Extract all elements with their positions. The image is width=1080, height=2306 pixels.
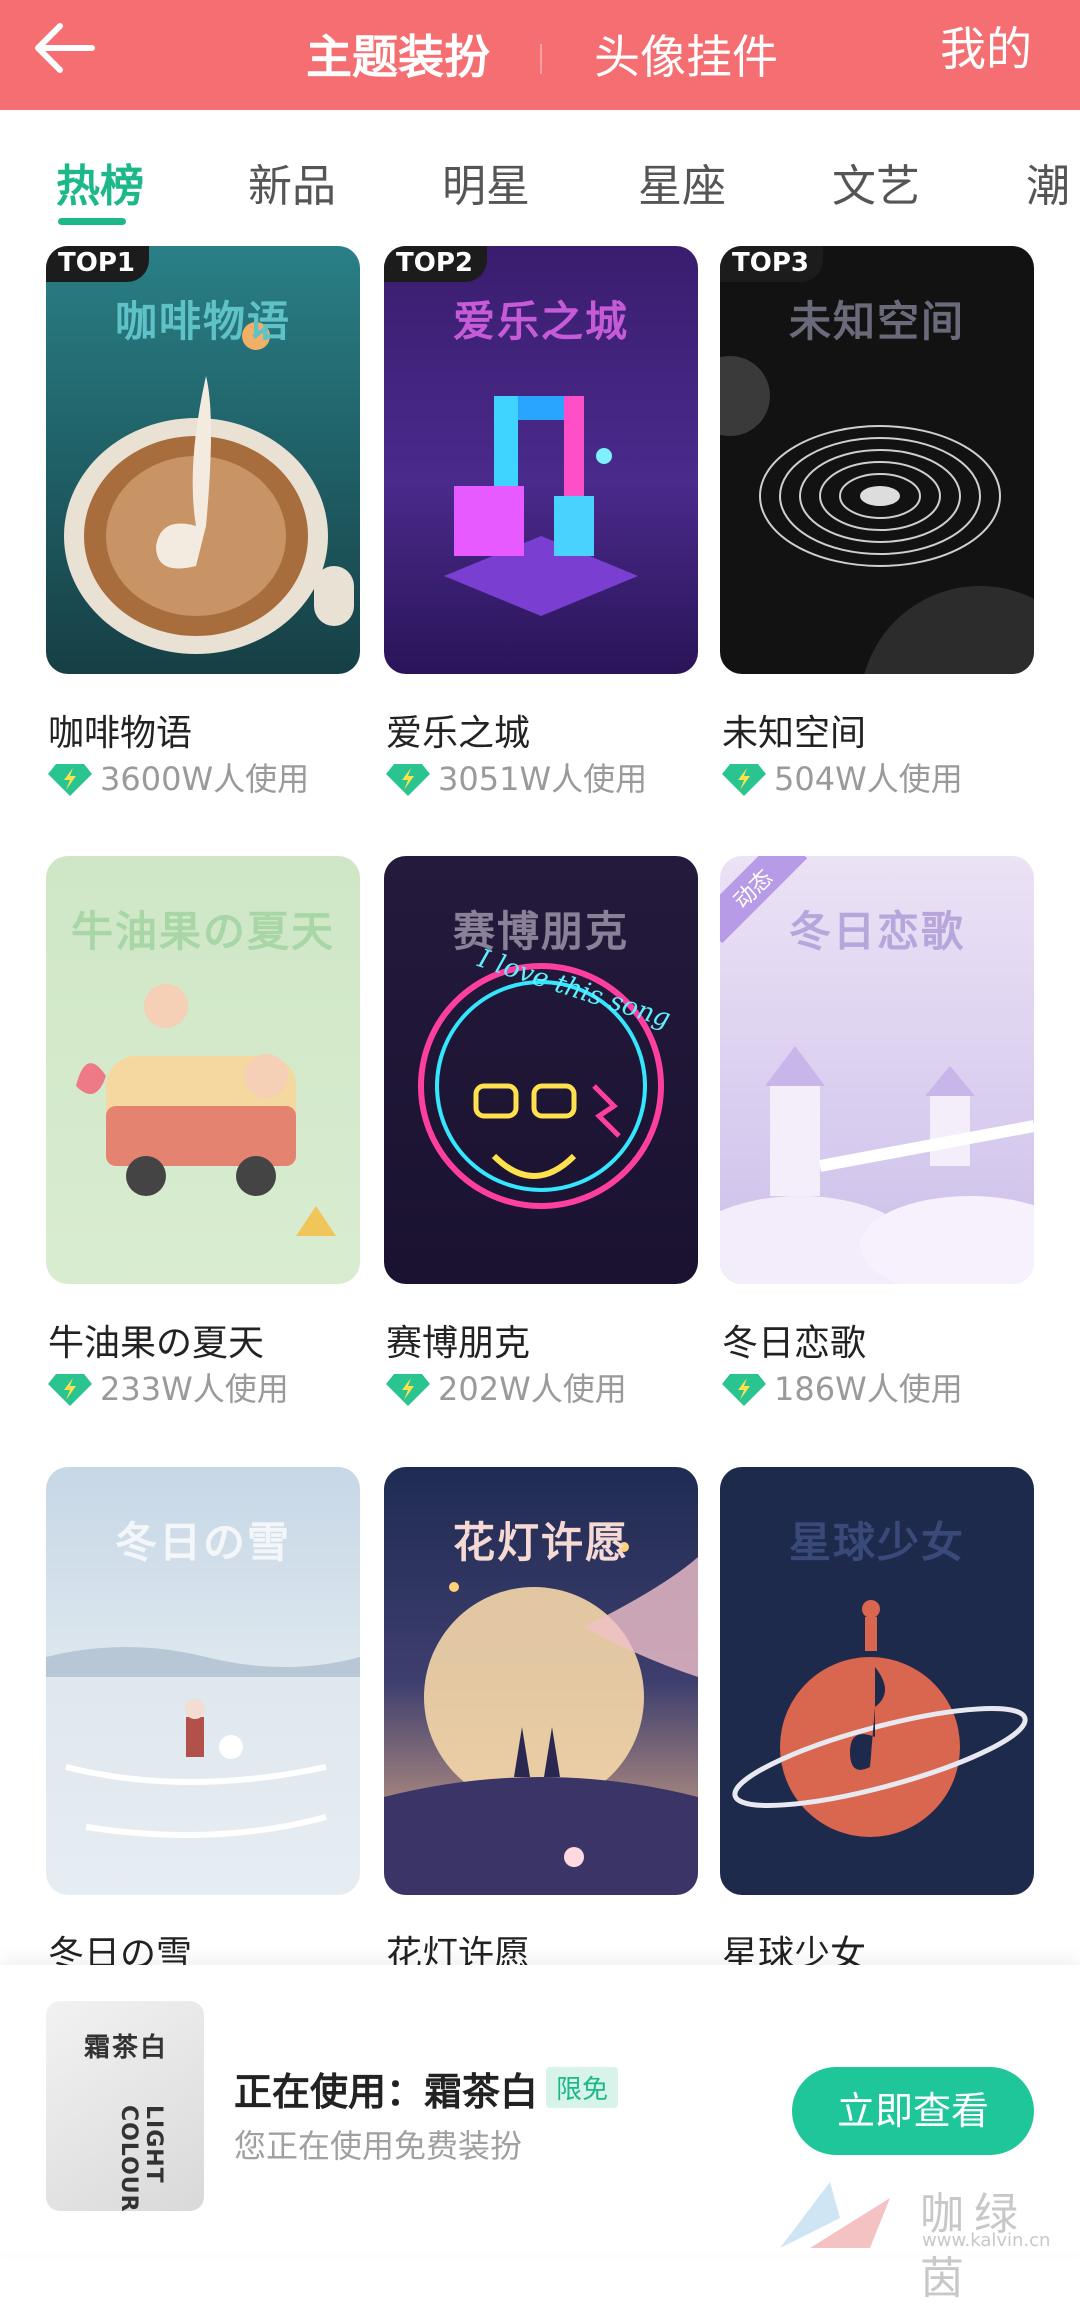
theme-thumbnail[interactable]: 咖啡物语 TOP1: [46, 246, 360, 674]
theme-thumb-title: 星球少女: [788, 1518, 965, 1567]
theme-usage-text: 504W人使用: [774, 760, 963, 798]
theme-thumbnail[interactable]: 爱乐之城 TOP2: [384, 246, 698, 674]
current-thumb-title: 霜茶白: [84, 2033, 169, 2063]
theme-thumb-title: 冬日の雪: [114, 1518, 291, 1567]
tab-divider: [540, 44, 542, 74]
category-tabs: 热榜 新品 明星 星座 文艺 潮: [0, 110, 1080, 240]
gem-icon: [48, 1374, 92, 1406]
current-theme-subtitle: 您正在使用免费装扮: [234, 2127, 523, 2165]
category-tab-trend[interactable]: 潮: [1026, 150, 1070, 214]
theme-thumbnail[interactable]: 冬日恋歌 动态: [720, 856, 1034, 1284]
theme-thumb-title: 赛博朋克: [452, 907, 629, 956]
category-tab-art[interactable]: 文艺: [832, 150, 920, 214]
current-theme-label: 正在使用：霜茶白: [234, 2070, 539, 2114]
theme-name: 赛博朋克: [386, 1323, 531, 1364]
theme-usage: 3600W人使用: [48, 754, 309, 800]
back-arrow-icon: [35, 23, 95, 73]
current-theme-thumbnail[interactable]: 霜茶白 LIGHT COLOUR.: [46, 2001, 204, 2211]
theme-thumb-title: 牛油果の夏天: [70, 907, 335, 956]
top-bar: 主题装扮 头像挂件 我的: [0, 0, 1080, 110]
theme-thumb-title: 爱乐之城: [452, 297, 629, 346]
theme-thumbnail[interactable]: 赛博朋克 I love this song: [384, 856, 698, 1284]
rank-badge: TOP1: [46, 246, 149, 282]
mine-button[interactable]: 我的: [940, 14, 1032, 84]
gem-icon: [722, 1374, 766, 1406]
theme-thumb-title: 咖啡物语: [114, 297, 291, 346]
theme-usage: 504W人使用: [722, 754, 963, 800]
theme-usage-text: 3051W人使用: [438, 760, 648, 798]
theme-usage-text: 3600W人使用: [100, 760, 310, 798]
gem-icon: [386, 764, 430, 796]
gem-icon: [48, 764, 92, 796]
category-tab-new[interactable]: 新品: [248, 150, 336, 214]
free-badge: 限免: [546, 2067, 619, 2108]
view-now-button[interactable]: 立即查看: [792, 2067, 1034, 2155]
theme-thumb-title: 花灯许愿: [452, 1518, 629, 1567]
category-tab-zodiac[interactable]: 星座: [638, 150, 726, 214]
theme-usage-text: 186W人使用: [774, 1370, 963, 1408]
theme-usage-text: 202W人使用: [438, 1370, 627, 1408]
theme-usage: 3051W人使用: [386, 754, 647, 800]
theme-name: 冬日恋歌: [722, 1323, 867, 1364]
theme-name: 咖啡物语: [48, 713, 193, 754]
theme-thumb-title: 冬日恋歌: [788, 907, 965, 956]
theme-usage: 186W人使用: [722, 1364, 963, 1410]
back-button[interactable]: [30, 18, 100, 78]
watermark-logo: [780, 2182, 890, 2248]
theme-usage: 233W人使用: [48, 1364, 289, 1410]
theme-usage-text: 233W人使用: [100, 1370, 289, 1408]
theme-thumbnail[interactable]: 花灯许愿: [384, 1467, 698, 1895]
tab-avatar-pendant[interactable]: 头像挂件: [594, 22, 778, 92]
tab-theme-dressup[interactable]: 主题装扮: [306, 22, 490, 92]
theme-thumbnail[interactable]: 牛油果の夏天: [46, 856, 360, 1284]
theme-thumbnail[interactable]: 未知空间 TOP3: [720, 246, 1034, 674]
active-tab-indicator: [58, 218, 126, 225]
category-tab-star[interactable]: 明星: [442, 150, 530, 214]
theme-thumbnail[interactable]: 星球少女: [720, 1467, 1034, 1895]
watermark-url: www.kalvin.cn: [922, 2230, 1051, 2251]
theme-name: 牛油果の夏天: [48, 1323, 265, 1364]
gem-icon: [722, 764, 766, 796]
theme-thumbnail[interactable]: 冬日の雪: [46, 1467, 360, 1895]
theme-name: 爱乐之城: [386, 713, 531, 754]
rank-badge: TOP3: [720, 246, 823, 282]
category-tab-hot[interactable]: 热榜: [56, 150, 144, 214]
gem-icon: [386, 1374, 430, 1406]
theme-name: 未知空间: [722, 713, 867, 754]
theme-thumb-title: 未知空间: [788, 297, 965, 346]
rank-badge: TOP2: [384, 246, 487, 282]
watermark: 咖绿茵 www.kalvin.cn: [770, 2178, 1070, 2304]
theme-usage: 202W人使用: [386, 1364, 627, 1410]
current-thumb-subtitle: LIGHT COLOUR.: [116, 2105, 166, 2211]
